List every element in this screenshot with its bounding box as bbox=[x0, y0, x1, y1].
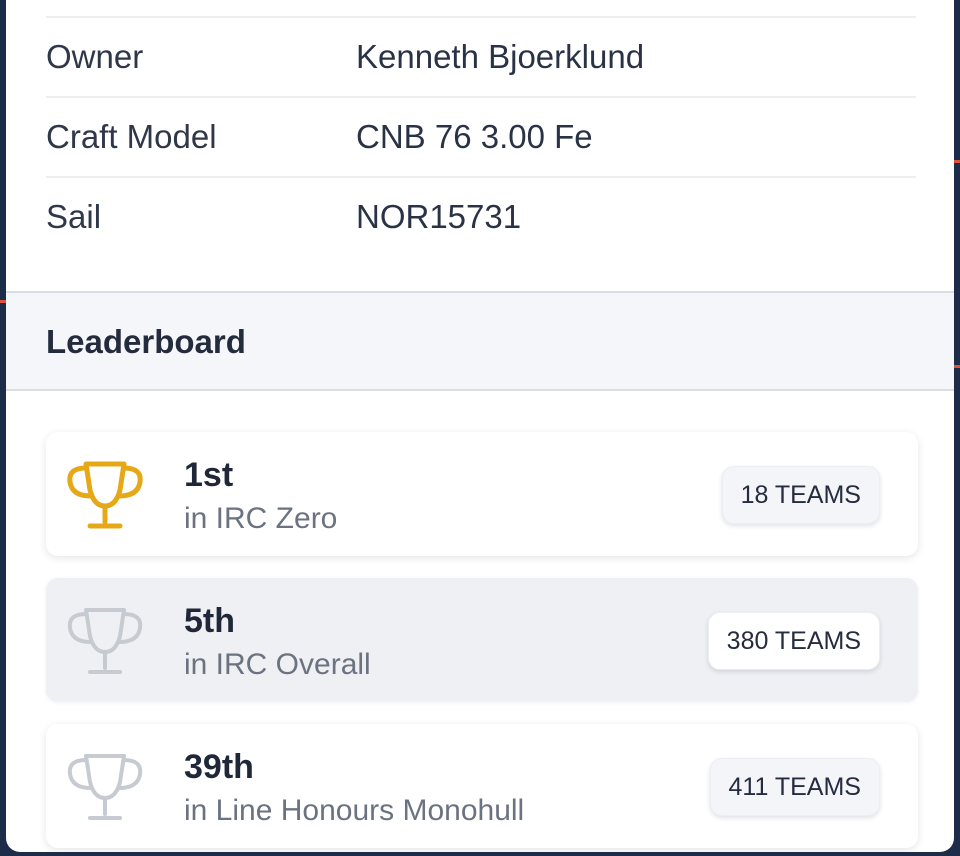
division: in IRC Overall bbox=[184, 648, 371, 681]
leaderboard-entry[interactable]: 39th in Line Honours Monohull 411 TEAMS bbox=[46, 724, 918, 848]
detail-value: CNB 76 3.00 Fe bbox=[356, 118, 593, 155]
leaderboard-entry[interactable]: 5th in IRC Overall 380 TEAMS bbox=[46, 578, 918, 702]
detail-label: Craft Model bbox=[46, 118, 217, 155]
detail-row-craft-model: Craft Model CNB 76 3.00 Fe bbox=[46, 96, 916, 176]
map-route-line bbox=[954, 160, 960, 163]
teams-badge[interactable]: 411 TEAMS bbox=[709, 758, 880, 816]
detail-value: Kenneth Bjoerklund bbox=[356, 38, 645, 75]
rank: 5th bbox=[184, 602, 235, 640]
trophy-icon bbox=[67, 754, 143, 820]
teams-badge[interactable]: 380 TEAMS bbox=[707, 612, 880, 670]
leaderboard-entry[interactable]: 1st in IRC Zero 18 TEAMS bbox=[46, 432, 918, 556]
division: in IRC Zero bbox=[184, 502, 338, 535]
map-route-line bbox=[954, 365, 960, 368]
leaderboard-header: Leaderboard bbox=[6, 291, 954, 391]
detail-label: Owner bbox=[46, 38, 144, 75]
boat-details-list: Owner Kenneth Bjoerklund Craft Model CNB… bbox=[46, 18, 916, 256]
trophy-gold-icon bbox=[67, 461, 143, 529]
boat-details-panel: Owner Kenneth Bjoerklund Craft Model CNB… bbox=[6, 0, 954, 852]
rank: 1st bbox=[184, 456, 234, 494]
rank: 39th bbox=[184, 748, 254, 786]
detail-label: Sail bbox=[46, 198, 102, 235]
teams-badge[interactable]: 18 TEAMS bbox=[721, 466, 880, 524]
detail-value: NOR15731 bbox=[356, 198, 522, 235]
trophy-icon bbox=[67, 608, 143, 674]
detail-row-sail: Sail NOR15731 bbox=[46, 176, 916, 256]
section-title: Leaderboard bbox=[46, 323, 246, 360]
detail-row-owner: Owner Kenneth Bjoerklund bbox=[46, 18, 916, 96]
division: in Line Honours Monohull bbox=[184, 794, 525, 827]
